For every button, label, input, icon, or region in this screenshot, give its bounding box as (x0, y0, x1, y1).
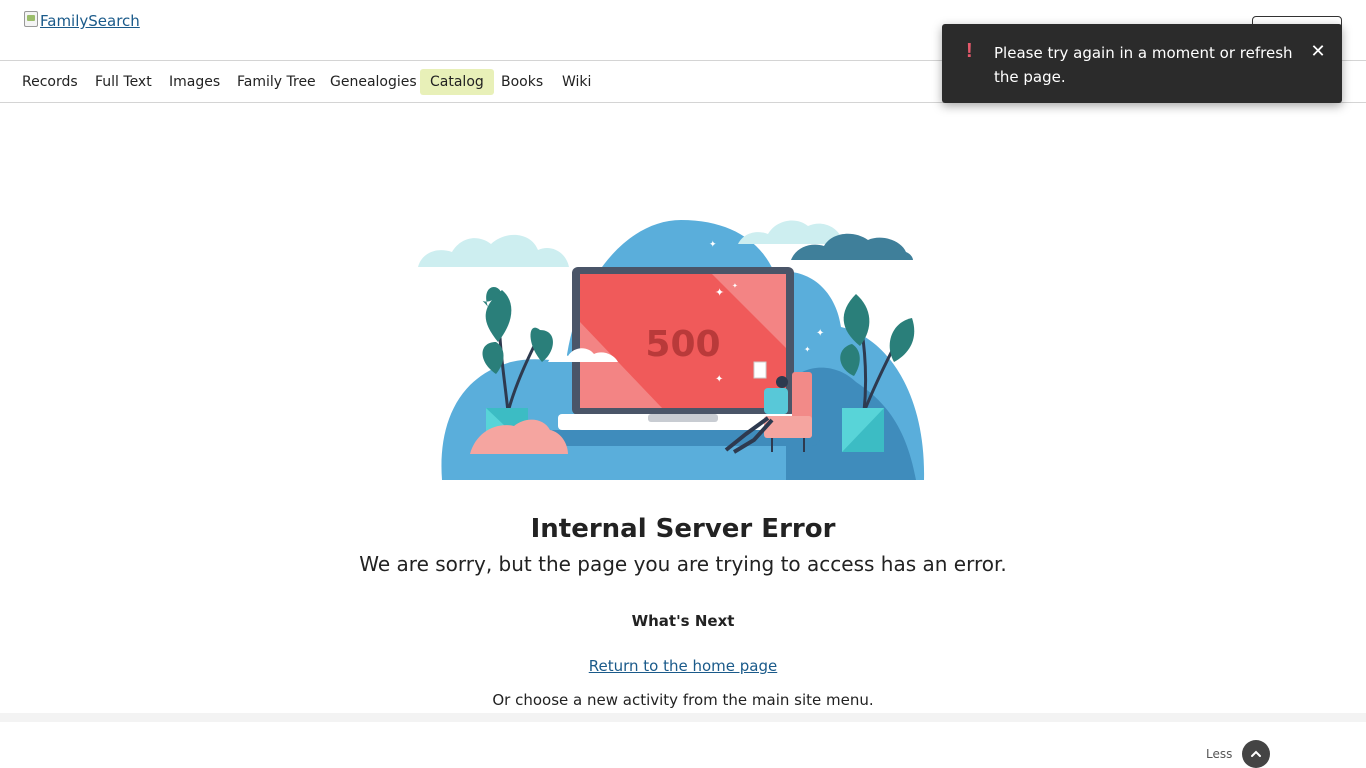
close-icon[interactable]: ✕ (1308, 42, 1328, 62)
menu-note: Or choose a new activity from the main s… (492, 691, 874, 709)
svg-text:✦: ✦ (804, 345, 811, 354)
error-subtitle: We are sorry, but the page you are tryin… (359, 552, 1007, 576)
nav-item-catalog[interactable]: Catalog (420, 69, 494, 95)
server-error-illustration: ✦ ✦ ✦ ✦ ✦ ✦ 500 (418, 220, 925, 480)
toast-message: Please try again in a moment or refresh … (994, 44, 1293, 86)
svg-text:✦: ✦ (732, 282, 738, 290)
error-title: Internal Server Error (530, 514, 836, 544)
chevron-up-icon[interactable] (1242, 740, 1271, 768)
nav-item-wiki[interactable]: Wiki (552, 69, 601, 95)
familysearch-logo-link[interactable]: FamilySearch (24, 11, 140, 30)
error-code-500: 500 (645, 324, 720, 365)
error-toast: ! Please try again in a moment or refres… (942, 24, 1342, 103)
svg-text:✦: ✦ (816, 328, 824, 339)
footer-band (0, 713, 1366, 722)
nav-item-family-tree[interactable]: Family Tree (227, 69, 326, 95)
exclamation-icon: ! (966, 40, 973, 62)
less-label: Less (1206, 747, 1233, 761)
cloud-left (418, 234, 569, 267)
nav-item-genealogies[interactable]: Genealogies (320, 69, 427, 95)
return-home-link[interactable]: Return to the home page (589, 657, 778, 675)
nav-item-books[interactable]: Books (491, 69, 553, 95)
svg-text:✦: ✦ (715, 374, 723, 385)
svg-text:✦: ✦ (709, 240, 717, 250)
logo-alt-text: FamilySearch (40, 12, 140, 30)
whats-next-heading: What's Next (631, 612, 735, 630)
broken-image-icon (24, 11, 38, 27)
nav-item-full-text[interactable]: Full Text (85, 69, 162, 95)
home-link-wrap: Return to the home page (0, 657, 1366, 675)
nav-item-images[interactable]: Images (159, 69, 230, 95)
svg-text:✦: ✦ (715, 286, 724, 299)
less-toggle[interactable]: Less (1206, 740, 1271, 768)
nav-item-records[interactable]: Records (12, 69, 88, 95)
